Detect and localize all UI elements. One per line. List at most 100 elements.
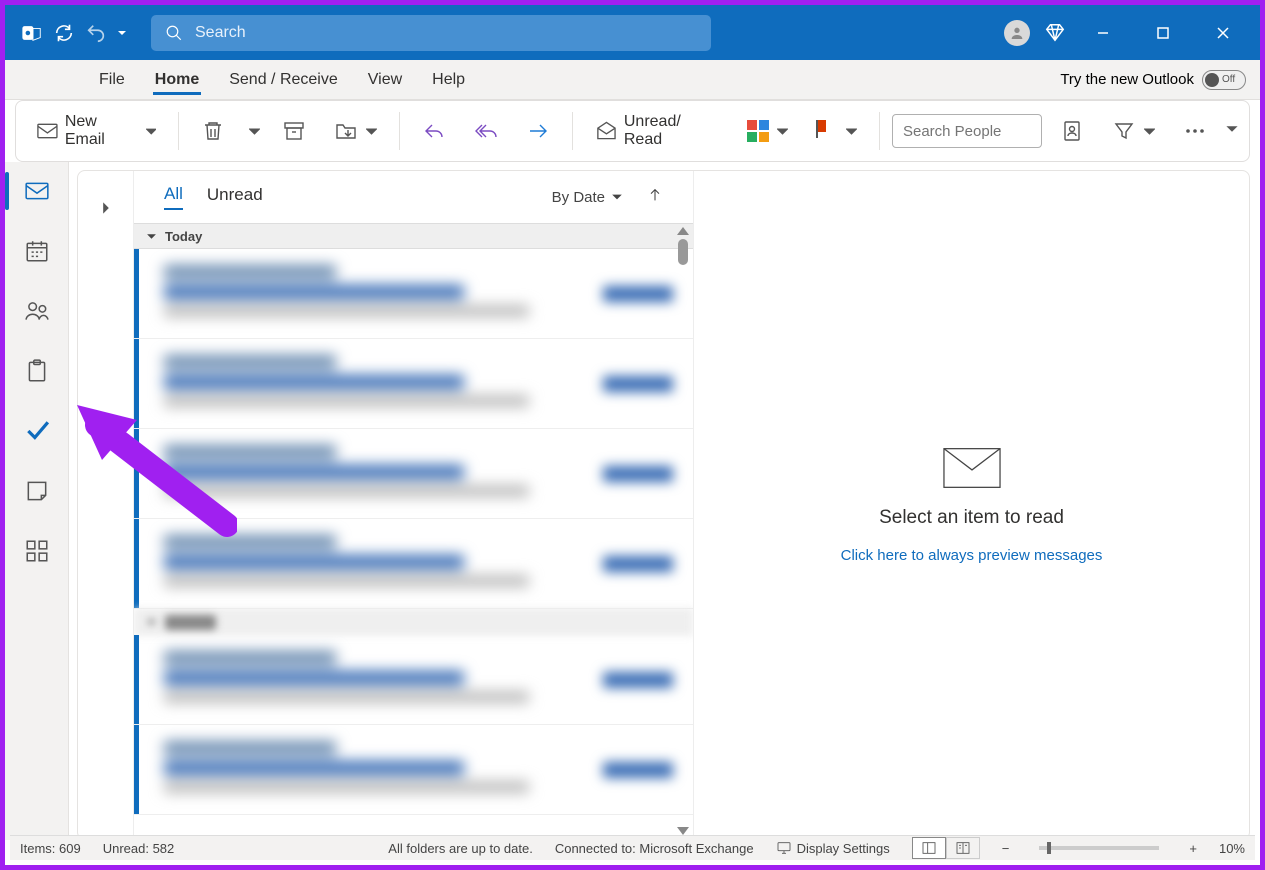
zoom-in-button[interactable]: + <box>1189 841 1197 856</box>
chevron-down-icon <box>777 126 788 137</box>
search-input[interactable] <box>195 24 697 42</box>
archive-button[interactable] <box>272 111 316 151</box>
message-item[interactable] <box>134 339 693 429</box>
message-item[interactable] <box>134 519 693 609</box>
trash-icon <box>201 119 225 143</box>
rail-notes[interactable] <box>22 476 52 506</box>
refresh-icon[interactable] <box>53 22 75 44</box>
ribbon-collapse-button[interactable] <box>1225 122 1239 141</box>
new-email-label: New Email <box>65 113 138 149</box>
unread-read-button[interactable]: Unread/ Read <box>585 111 729 151</box>
ribbon-container: New Email Unread/ Read <box>15 100 1250 162</box>
forward-button[interactable] <box>516 111 560 151</box>
reply-all-button[interactable] <box>464 111 508 151</box>
checkmark-icon <box>24 418 50 444</box>
ribbon-separator <box>399 112 400 150</box>
outlook-app-icon[interactable] <box>21 22 43 44</box>
note-icon <box>24 478 50 504</box>
rail-more-apps[interactable] <box>22 536 52 566</box>
maximize-button[interactable] <box>1140 16 1186 50</box>
zoom-percent[interactable]: 10% <box>1219 841 1245 856</box>
ribbon: New Email Unread/ Read <box>15 100 1250 162</box>
scroll-up-button[interactable] <box>677 227 689 235</box>
scroll-thumb[interactable] <box>678 239 688 265</box>
menu-send-receive[interactable]: Send / Receive <box>227 65 340 95</box>
group-today-label: Today <box>165 229 202 244</box>
menu-help[interactable]: Help <box>430 65 467 95</box>
reply-icon <box>422 119 446 143</box>
search-box[interactable] <box>151 15 711 51</box>
menu-view[interactable]: View <box>366 65 404 95</box>
reply-button[interactable] <box>412 111 456 151</box>
display-settings-button[interactable]: Display Settings <box>776 840 890 856</box>
try-new-outlook: Try the new Outlook Off <box>1060 70 1256 90</box>
menu-file[interactable]: File <box>97 65 127 95</box>
flag-icon <box>816 120 838 142</box>
rail-mail[interactable] <box>22 176 52 206</box>
envelope-open-icon <box>595 119 618 143</box>
view-reading-button[interactable] <box>946 837 980 859</box>
envelope-icon <box>943 447 1001 489</box>
scroll-down-button[interactable] <box>677 827 689 835</box>
group-header-today[interactable]: Today <box>134 223 693 249</box>
tab-unread[interactable]: Unread <box>207 185 263 209</box>
qat-customize-chevron-icon[interactable] <box>117 28 127 38</box>
message-item[interactable] <box>134 429 693 519</box>
chevron-down-icon <box>611 191 623 203</box>
chevron-down-icon <box>249 126 260 137</box>
more-commands-button[interactable] <box>1173 111 1217 151</box>
clipboard-icon <box>24 358 50 384</box>
toggle-knob <box>1205 73 1219 87</box>
diamond-icon[interactable] <box>1044 22 1066 44</box>
address-book-icon <box>1060 119 1084 143</box>
sort-by-date[interactable]: By Date <box>552 189 623 206</box>
move-button[interactable] <box>324 111 387 151</box>
workspace: All Unread By Date Today x <box>5 162 1260 840</box>
rail-todo[interactable] <box>22 416 52 446</box>
try-new-outlook-label: Try the new Outlook <box>1060 71 1194 88</box>
minimize-button[interactable] <box>1080 16 1126 50</box>
reply-all-icon <box>474 119 498 143</box>
group-header-blurred[interactable]: xxxxxxx <box>134 609 693 635</box>
status-connection: Connected to: Microsoft Exchange <box>555 841 754 856</box>
flag-button[interactable] <box>806 111 867 151</box>
list-scrollbar[interactable] <box>675 223 691 839</box>
chevron-down-icon <box>146 231 157 242</box>
search-icon <box>165 24 183 42</box>
message-list-scroll[interactable]: Today xxxxxxx <box>134 223 693 839</box>
folder-pane-collapsed <box>78 171 134 839</box>
menu-home[interactable]: Home <box>153 65 201 95</box>
rail-tasks[interactable] <box>22 356 52 386</box>
new-email-button[interactable]: New Email <box>26 111 166 151</box>
unread-read-label: Unread/ Read <box>624 113 719 149</box>
expand-folder-pane-icon[interactable] <box>99 201 113 215</box>
try-new-outlook-toggle[interactable]: Off <box>1202 70 1246 90</box>
rail-calendar[interactable] <box>22 236 52 266</box>
filter-icon <box>1112 119 1136 143</box>
message-item[interactable] <box>134 635 693 725</box>
message-item[interactable] <box>134 249 693 339</box>
delete-split-button[interactable] <box>243 111 264 151</box>
zoom-out-button[interactable]: − <box>1002 841 1010 856</box>
account-avatar[interactable] <box>1004 20 1030 46</box>
menu-bar: File Home Send / Receive View Help Try t… <box>5 60 1260 100</box>
search-people-input[interactable] <box>892 114 1042 148</box>
status-items-count: Items: 609 <box>20 841 81 856</box>
titlebar-left <box>13 22 127 44</box>
undo-icon[interactable] <box>85 22 107 44</box>
rail-people[interactable] <box>22 296 52 326</box>
delete-button[interactable] <box>191 111 235 151</box>
view-normal-button[interactable] <box>912 837 946 859</box>
app-rail <box>5 162 69 840</box>
close-button[interactable] <box>1200 16 1246 50</box>
message-item[interactable] <box>134 725 693 815</box>
always-preview-link[interactable]: Click here to always preview messages <box>841 547 1103 564</box>
status-unread-count: Unread: 582 <box>103 841 175 856</box>
tab-all[interactable]: All <box>164 184 183 210</box>
zoom-slider[interactable] <box>1039 846 1159 850</box>
arrow-up-icon <box>647 187 663 203</box>
address-book-button[interactable] <box>1050 111 1094 151</box>
filter-button[interactable] <box>1102 111 1165 151</box>
categorize-button[interactable] <box>737 111 798 151</box>
sort-direction-button[interactable] <box>647 187 663 208</box>
